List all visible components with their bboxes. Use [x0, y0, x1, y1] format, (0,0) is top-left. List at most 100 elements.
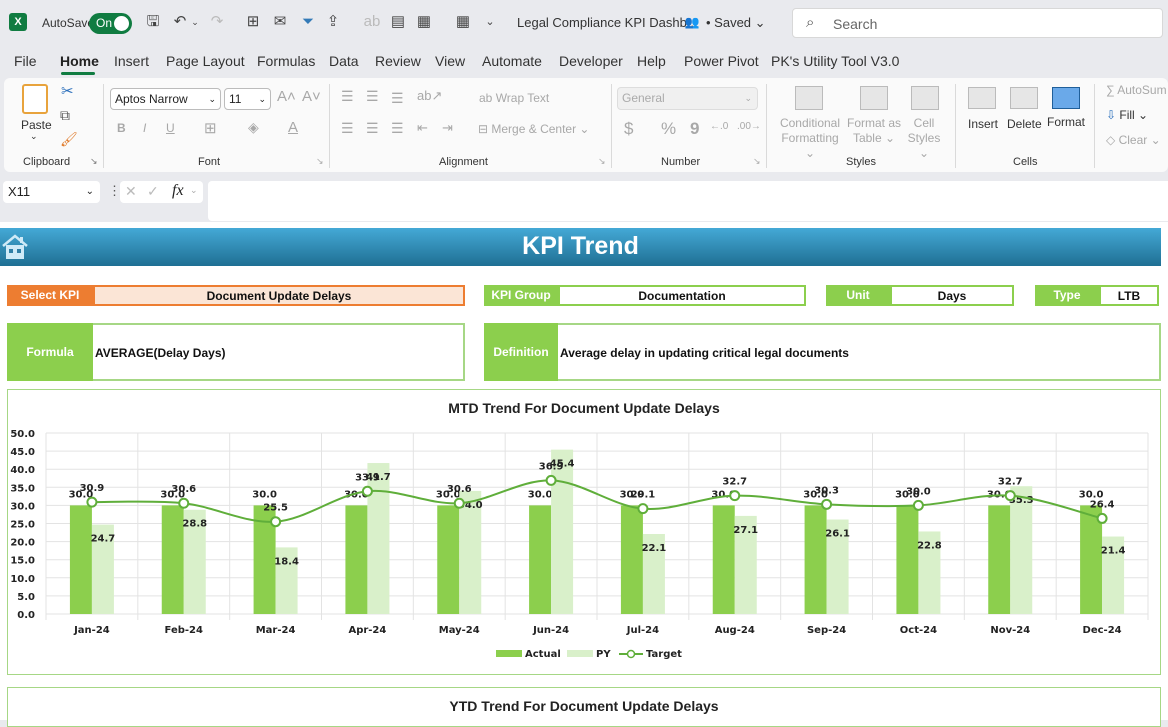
number-format-select[interactable]: General ⌄ — [617, 87, 758, 110]
align-left-icon[interactable]: ☰ — [341, 120, 354, 137]
tab-file[interactable]: File — [14, 53, 37, 69]
format-as-table-button[interactable]: Format as Table ⌄ — [846, 116, 902, 146]
cut-icon[interactable]: ✂ — [61, 82, 74, 100]
tab-pk-utility[interactable]: PK's Utility Tool V3.0 — [771, 53, 899, 69]
autosum-button[interactable]: ∑ AutoSum — [1106, 83, 1167, 97]
align-center-icon[interactable]: ☰ — [366, 120, 379, 137]
insert-function-button[interactable]: fx — [172, 182, 184, 200]
filter-icon[interactable]: ⏷ — [298, 12, 318, 32]
insert-cells-button[interactable]: Insert — [968, 117, 998, 131]
italic-button[interactable]: I — [143, 121, 146, 135]
tab-review[interactable]: Review — [375, 53, 421, 69]
y-tick-label: 5.0 — [17, 592, 35, 603]
undo-icon[interactable]: ↶ — [170, 12, 190, 32]
currency-button[interactable]: $ — [624, 119, 633, 139]
formula-input[interactable] — [208, 181, 1168, 221]
paperclip-icon[interactable]: ✉ — [270, 12, 290, 32]
redo-icon[interactable]: ↷ — [207, 12, 227, 32]
tab-insert[interactable]: Insert — [114, 53, 149, 69]
font-size-select[interactable]: 11 ⌄ — [224, 88, 271, 110]
paste-icon[interactable] — [22, 84, 48, 114]
coauthor-icon[interactable]: 👥 — [682, 12, 702, 32]
tab-page-layout[interactable]: Page Layout — [166, 53, 245, 69]
delete-cells-button[interactable]: Delete — [1007, 117, 1042, 131]
dialog-launcher-icon[interactable]: ↘ — [753, 156, 761, 167]
document-title[interactable]: Legal Compliance KPI Dashb... — [517, 15, 698, 30]
decrease-decimal-icon[interactable]: .00→ — [737, 121, 761, 132]
autosum-label: AutoSum — [1117, 83, 1167, 97]
dialog-launcher-icon[interactable]: ↘ — [90, 156, 98, 167]
align-middle-icon[interactable]: ☰ — [366, 88, 379, 105]
more-icon[interactable]: ⌄ — [480, 12, 500, 32]
fill-color-icon[interactable]: ◈ — [248, 119, 259, 136]
x-tick-label: Jun-24 — [532, 625, 569, 636]
increase-decimal-icon[interactable]: ←.0 — [710, 121, 728, 132]
tab-data[interactable]: Data — [329, 53, 359, 69]
cancel-icon[interactable]: ✕ — [125, 183, 137, 200]
select-kpi-dropdown[interactable]: Document Update Delays — [93, 285, 465, 306]
tab-view[interactable]: View — [435, 53, 465, 69]
tab-help[interactable]: Help — [637, 53, 666, 69]
target-data-label: 32.7 — [722, 477, 747, 488]
search-input[interactable]: ⌕ Search — [792, 8, 1163, 38]
save-icon[interactable]: 🖫 — [143, 12, 163, 32]
autosave-toggle[interactable]: On — [89, 13, 132, 34]
conditional-formatting-icon[interactable] — [795, 86, 823, 110]
bold-button[interactable]: B — [117, 121, 126, 135]
percent-button[interactable]: % — [661, 119, 676, 139]
wrap-text-button[interactable]: ab Wrap Text — [479, 91, 549, 105]
comma-button[interactable]: 9 — [690, 119, 699, 139]
increase-font-icon[interactable]: A˄ — [277, 88, 296, 105]
spelling-icon[interactable]: ab — [362, 12, 382, 32]
dialog-launcher-icon[interactable]: ↘ — [598, 156, 606, 167]
merge-center-button[interactable]: ⊟ Merge & Center ⌄ — [478, 122, 589, 136]
undo-dropdown-icon[interactable]: ⌄ — [190, 12, 200, 32]
table-icon[interactable]: ▤ — [388, 12, 408, 32]
format-painter-icon[interactable]: 🖌 — [60, 131, 78, 148]
fill-button[interactable]: ⇩ Fill ⌄ — [1106, 108, 1148, 122]
actual-bar — [988, 505, 1011, 614]
paste-button[interactable]: Paste — [21, 118, 52, 132]
decrease-indent-icon[interactable]: ⇤ — [417, 120, 428, 136]
font-color-icon[interactable]: A — [288, 119, 298, 136]
increase-indent-icon[interactable]: ⇥ — [442, 120, 453, 136]
tab-automate[interactable]: Automate — [482, 53, 542, 69]
chevron-down-icon[interactable]: ⌄ — [190, 185, 198, 196]
copy-icon[interactable]: ⧉ — [60, 107, 70, 124]
delete-cells-icon[interactable] — [1010, 87, 1038, 109]
paste-dropdown-icon[interactable]: ⌄ — [30, 131, 38, 142]
cell-styles-button[interactable]: Cell Styles ⌄ — [902, 116, 946, 161]
align-bottom-icon[interactable]: ☰ — [391, 90, 404, 107]
share-icon[interactable]: ⇪ — [323, 12, 343, 32]
dialog-launcher-icon[interactable]: ↘ — [316, 156, 324, 167]
borders-icon[interactable]: ⊞ — [243, 12, 263, 32]
tab-power-pivot[interactable]: Power Pivot — [684, 53, 759, 69]
decrease-font-icon[interactable]: A˅ — [302, 88, 321, 105]
type-value: LTB — [1099, 285, 1159, 306]
borders-icon[interactable]: ⊞ — [204, 119, 217, 137]
orientation-icon[interactable]: ab↗ — [417, 88, 442, 104]
calculator-icon[interactable]: ▦ — [453, 12, 473, 32]
clear-button[interactable]: ◇ Clear ⌄ — [1106, 133, 1161, 147]
name-box[interactable]: X11 ⌄ — [3, 181, 100, 203]
y-tick-label: 20.0 — [10, 538, 35, 549]
confirm-icon[interactable]: ✓ — [147, 183, 159, 200]
legend-actual-swatch — [496, 650, 522, 657]
conditional-formatting-button[interactable]: Conditional Formatting ⌄ — [779, 116, 841, 161]
font-name-select[interactable]: Aptos Narrow ⌄ — [110, 88, 221, 110]
underline-button[interactable]: U — [166, 121, 175, 135]
py-data-label: 22.8 — [917, 540, 942, 551]
cell-styles-icon[interactable] — [911, 86, 939, 110]
tab-developer[interactable]: Developer — [559, 53, 623, 69]
py-data-label: 22.1 — [642, 543, 667, 554]
tab-formulas[interactable]: Formulas — [257, 53, 315, 69]
format-cells-button[interactable]: Format — [1047, 115, 1085, 129]
insert-cells-icon[interactable] — [968, 87, 996, 109]
format-as-table-icon[interactable] — [860, 86, 888, 110]
align-top-icon[interactable]: ☰ — [341, 88, 354, 105]
save-status[interactable]: • Saved ⌄ — [706, 15, 766, 31]
align-right-icon[interactable]: ☰ — [391, 120, 404, 137]
format-cells-icon[interactable] — [1052, 87, 1080, 109]
tab-home[interactable]: Home — [60, 53, 99, 69]
calculator-icon[interactable]: ▦ — [414, 12, 434, 32]
